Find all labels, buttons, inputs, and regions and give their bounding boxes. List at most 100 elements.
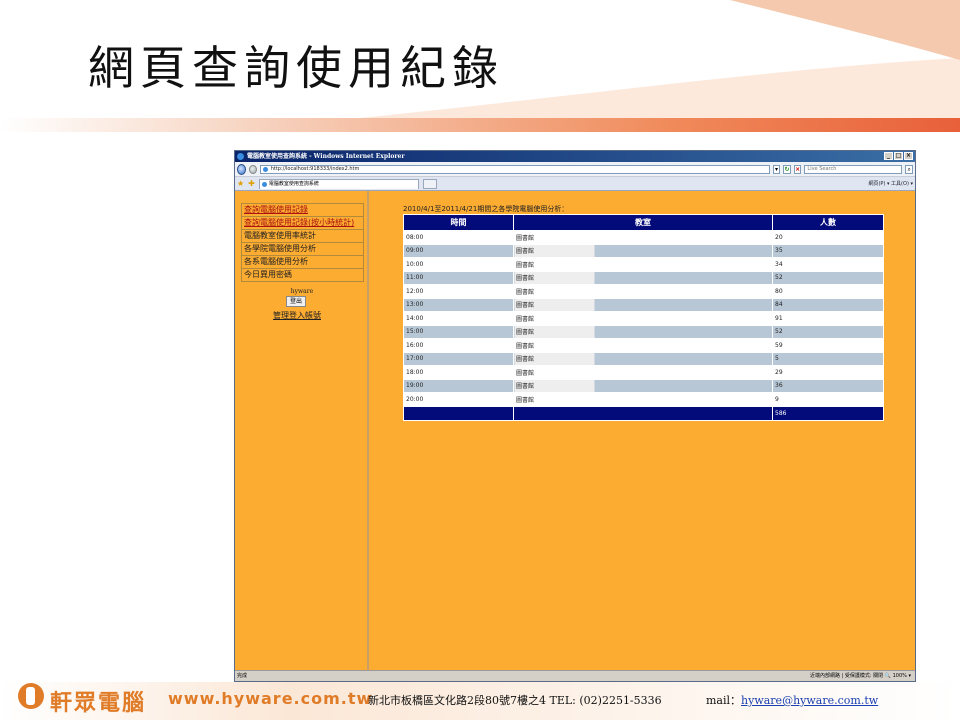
cell-count: 52 [772,270,884,285]
table-row: 13:00 圖書館 84 [403,297,884,312]
favorites-icon[interactable]: ★ [237,179,244,188]
report-caption: 2010/4/1至2011/4/21期間之各學院電腦使用分析： [403,205,569,213]
cell-time: 18:00 [403,365,514,380]
window-controls: _ □ × [884,152,913,160]
title-band [0,118,960,132]
address-row: http://localhost:918333/index2.htm ▾ ↻ ×… [235,162,915,177]
user-name: hyware [290,288,314,295]
window-title: 電腦教室使用查詢系統 - Windows Internet Explorer [247,153,405,160]
cell-room: 圖書館 [513,338,773,353]
refresh-icon[interactable]: ↻ [783,164,791,174]
sidebar-menu: 查詢電腦使用記錄 查詢電腦使用記錄(按小時統計) 電腦教室使用率統計 各學院電腦… [241,203,364,282]
table-row: 09:00 圖書館 35 [403,243,884,258]
search-input[interactable]: Live Search [804,164,903,174]
mail-block: mail：hyware@hyware.com.tw [706,692,878,708]
cell-time: 20:00 [403,392,514,407]
header-count: 人數 [772,214,884,231]
cell-time: 19:00 [403,378,514,393]
zone-label: 近端內部網路 | 受保護模式: 關閉 [810,673,884,679]
table-row: 10:00 圖書館 34 [403,257,884,272]
cell-total: 586 [772,405,884,421]
slide-title: 網頁查詢使用紀錄 [88,41,504,95]
cell-room: 圖書館 [513,284,773,299]
table-row: 19:00 圖書館 36 [403,378,884,393]
menu-item-query-records[interactable]: 查詢電腦使用記錄 [242,204,363,217]
cell-count: 36 [772,378,884,393]
cell-room: 圖書館 [513,297,773,312]
cell-room: 圖書館 [513,311,773,326]
window-titlebar: 電腦教室使用查詢系統 - Windows Internet Explorer _… [235,151,915,162]
tab-main[interactable]: 電腦教室使用查詢系統 [258,178,419,189]
cell-count: 59 [772,338,884,353]
left-frame: 查詢電腦使用記錄 查詢電腦使用記錄(按小時統計) 電腦教室使用率統計 各學院電腦… [235,191,369,670]
cell-count: 34 [772,257,884,272]
back-button[interactable] [237,163,247,175]
cell-time: 08:00 [403,230,514,245]
ie-icon [237,153,244,160]
cell-time: 12:00 [403,284,514,299]
mail-label: mail： [706,694,742,707]
mail-link[interactable]: hyware@hyware.com.tw [741,694,878,707]
cell-room: 圖書館 [513,365,773,380]
cell-room: 圖書館 [513,392,773,407]
cell-time: 17:00 [403,351,514,366]
cell-count: 29 [772,365,884,380]
address-bar[interactable]: http://localhost:918333/index2.htm [259,164,770,174]
cell-time: 10:00 [403,257,514,272]
command-bar[interactable]: 網頁(P) ▾ 工具(O) ▾ [868,180,913,187]
new-tab-button[interactable] [422,178,437,189]
status-zone: 近端內部網路 | 受保護模式: 關閉 🔍 100% ▾ [810,673,911,679]
maximize-button[interactable]: □ [894,152,903,160]
browser-window: 電腦教室使用查詢系統 - Windows Internet Explorer _… [234,150,916,682]
table-row: 17:00 圖書館 5 [403,351,884,366]
zoom-level[interactable]: 100% [893,673,907,679]
cell-room: 圖書館 [513,243,773,258]
cell-time: 09:00 [403,243,514,258]
menu-item-query-hourly[interactable]: 查詢電腦使用記錄(按小時統計) [242,217,363,230]
usage-table: 時間 教室 人數 08:00 圖書館 20 09:00 圖書館 35 10:00 圖書館 34 1… [403,214,884,421]
page-content: 查詢電腦使用記錄 查詢電腦使用記錄(按小時統計) 電腦教室使用率統計 各學院電腦… [235,191,915,670]
cell-empty [403,405,514,421]
table-row: 20:00 圖書館 9 [403,392,884,407]
forward-button[interactable] [249,164,257,174]
decorative-corner [730,0,960,60]
brand-logo-icon [18,683,44,709]
table-row: 08:00 圖書館 20 [403,230,884,245]
status-bar: 完成 近端內部網路 | 受保護模式: 關閉 🔍 100% ▾ [235,670,915,681]
cell-room: 圖書館 [513,351,773,366]
admin-login-link[interactable]: 管理登入帳號 [235,310,359,321]
tab-row: ★ ✚ 電腦教室使用查詢系統 網頁(P) ▾ 工具(O) ▾ [235,177,915,191]
cell-room: 圖書館 [513,324,773,339]
menu-item-department-analysis[interactable]: 各系電腦使用分析 [242,256,363,269]
cell-count: 84 [772,297,884,312]
cell-count: 91 [772,311,884,326]
table-header-row: 時間 教室 人數 [403,214,884,231]
minimize-button[interactable]: _ [884,152,893,160]
table-row: 16:00 圖書館 59 [403,338,884,353]
cell-empty [513,405,773,421]
address-dropdown-icon[interactable]: ▾ [772,164,781,174]
cell-count: 20 [772,230,884,245]
stop-icon[interactable]: × [793,164,802,174]
cell-time: 13:00 [403,297,514,312]
close-button[interactable]: × [904,152,913,160]
brand-name: 軒眾電腦 [50,691,147,716]
company-address: 新北市板橋區文化路2段80號7樓之4 TEL: (02)2251-5336 [368,694,662,707]
menu-item-usage-rate[interactable]: 電腦教室使用率統計 [242,230,363,243]
menu-item-college-analysis[interactable]: 各學院電腦使用分析 [242,243,363,256]
menu-item-today-password[interactable]: 今日異用密碼 [242,269,363,281]
table-total-row: 586 [403,405,884,421]
table-row: 15:00 圖書館 52 [403,324,884,339]
website-text: www.hyware.com.tw [168,689,373,708]
table-row: 12:00 圖書館 80 [403,284,884,299]
table-row: 11:00 圖書館 52 [403,270,884,285]
cell-time: 15:00 [403,324,514,339]
search-icon[interactable]: ⌕ [905,164,913,174]
add-favorite-icon[interactable]: ✚ [248,179,255,188]
cell-room: 圖書館 [513,270,773,285]
status-text: 完成 [237,673,248,679]
logout-button[interactable]: 登出 [286,296,306,307]
cell-room: 圖書館 [513,257,773,272]
cell-time: 11:00 [403,270,514,285]
cell-room: 圖書館 [513,230,773,245]
